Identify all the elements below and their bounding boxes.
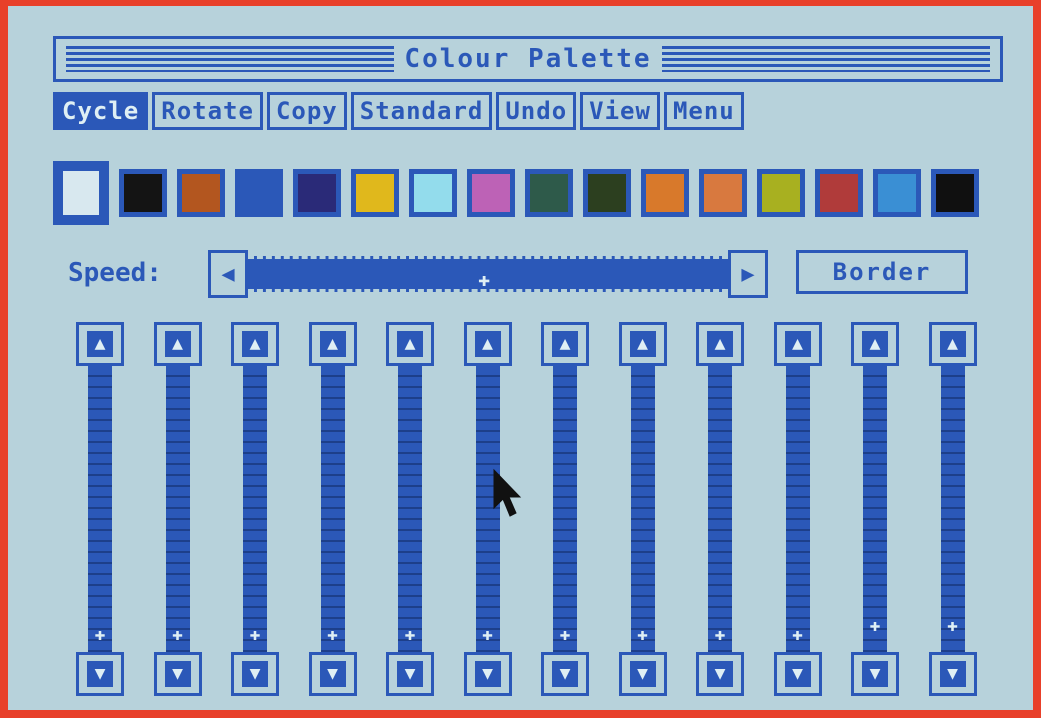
menu-copy-button[interactable]: Copy — [266, 92, 347, 130]
speed-slider[interactable]: ◀ ✚ ▶ — [208, 250, 768, 298]
arrow-down-icon[interactable]: ▼ — [231, 652, 279, 696]
colour-level-slider[interactable]: ▲ ✚ ▼ — [386, 322, 434, 696]
menu-undo-button[interactable]: Undo — [496, 92, 577, 130]
arrow-down-icon[interactable]: ▼ — [928, 652, 977, 696]
menu-rotate-button[interactable]: Rotate — [152, 92, 263, 130]
colour-swatch[interactable] — [699, 169, 747, 217]
slider-track[interactable] — [553, 366, 577, 652]
slider-track[interactable] — [785, 366, 810, 652]
menu-view-button[interactable]: View — [580, 92, 660, 130]
arrow-up-icon[interactable]: ▲ — [386, 322, 434, 366]
slider-thumb[interactable]: ✚ — [476, 624, 500, 645]
colour-swatch[interactable] — [931, 169, 979, 217]
menu-cycle-button[interactable]: Cycle — [53, 92, 149, 130]
slider-thumb[interactable]: ✚ — [321, 624, 345, 645]
colour-swatch[interactable] — [235, 169, 283, 217]
colour-level-slider[interactable]: ▲ ✚ ▼ — [773, 322, 822, 696]
slider-thumb[interactable]: ✚ — [786, 624, 810, 645]
arrow-down-icon[interactable]: ▼ — [541, 652, 589, 696]
colour-swatch[interactable] — [815, 169, 863, 217]
colour-swatch[interactable] — [293, 169, 341, 217]
arrow-up-icon[interactable]: ▲ — [773, 322, 822, 366]
slider-track[interactable] — [88, 366, 112, 652]
colour-swatch[interactable] — [873, 169, 921, 217]
arrow-up-icon[interactable]: ▲ — [541, 322, 589, 366]
colour-level-slider[interactable]: ▲ ✚ ▼ — [618, 322, 667, 696]
menu-standard-button[interactable]: Standard — [350, 92, 493, 130]
colour-swatch[interactable] — [583, 169, 631, 217]
arrow-up-icon[interactable]: ▲ — [231, 322, 279, 366]
colour-swatch[interactable] — [351, 169, 399, 217]
slider-thumb[interactable]: ✚ — [166, 624, 190, 645]
title-stripes-left — [66, 46, 395, 72]
speed-thumb[interactable]: ✚ — [478, 267, 490, 291]
arrow-right-icon[interactable]: ▶ — [728, 250, 768, 298]
arrow-down-icon[interactable]: ▼ — [386, 652, 434, 696]
slider-track[interactable] — [165, 366, 190, 652]
slider-thumb[interactable]: ✚ — [243, 624, 267, 645]
arrow-down-icon[interactable]: ▼ — [851, 652, 899, 696]
arrow-up-icon[interactable]: ▲ — [618, 322, 667, 366]
slider-thumb[interactable]: ✚ — [941, 615, 965, 636]
menu-menu-button[interactable]: Menu — [663, 92, 744, 130]
slider-thumb[interactable]: ✚ — [88, 624, 112, 645]
colour-level-slider[interactable]: ▲ ✚ ▼ — [153, 322, 202, 696]
slider-thumb[interactable]: ✚ — [398, 624, 422, 645]
colour-level-slider[interactable]: ▲ ✚ ▼ — [541, 322, 589, 696]
slider-track[interactable] — [630, 366, 655, 652]
arrow-down-icon[interactable]: ▼ — [463, 652, 512, 696]
arrow-up-icon[interactable]: ▲ — [928, 322, 977, 366]
colour-level-slider[interactable]: ▲ ✚ ▼ — [696, 322, 744, 696]
slider-track[interactable] — [863, 366, 887, 652]
arrow-down-icon[interactable]: ▼ — [308, 652, 357, 696]
arrow-up-icon[interactable]: ▲ — [696, 322, 744, 366]
colour-swatch[interactable] — [409, 169, 457, 217]
arrow-down-icon[interactable]: ▼ — [773, 652, 822, 696]
colour-swatch[interactable] — [757, 169, 805, 217]
arrow-down-icon[interactable]: ▼ — [618, 652, 667, 696]
arrow-up-icon[interactable]: ▲ — [851, 322, 899, 366]
colour-swatches — [53, 161, 979, 225]
arrow-up-icon[interactable]: ▲ — [153, 322, 202, 366]
colour-level-slider[interactable]: ▲ ✚ ▼ — [308, 322, 357, 696]
colour-swatch[interactable] — [641, 169, 689, 217]
screen: Colour Palette Cycle Rotate Copy Standar… — [8, 6, 1033, 710]
slider-thumb[interactable]: ✚ — [863, 615, 887, 636]
slider-thumb[interactable]: ✚ — [553, 624, 577, 645]
arrow-up-icon[interactable]: ▲ — [76, 322, 124, 366]
arrow-left-icon[interactable]: ◀ — [208, 250, 248, 298]
colour-swatch[interactable] — [525, 169, 573, 217]
speed-track[interactable]: ✚ — [248, 256, 728, 292]
border-button[interactable]: Border — [796, 250, 968, 294]
window-title: Colour Palette — [404, 44, 652, 74]
colour-level-slider[interactable]: ▲ ✚ ▼ — [231, 322, 279, 696]
slider-track[interactable] — [940, 366, 965, 652]
arrow-down-icon[interactable]: ▼ — [76, 652, 124, 696]
slider-thumb[interactable]: ✚ — [708, 624, 732, 645]
arrow-down-icon[interactable]: ▼ — [153, 652, 202, 696]
mouse-pointer-icon — [493, 468, 522, 517]
arrow-down-icon[interactable]: ▼ — [696, 652, 744, 696]
colour-swatch[interactable] — [467, 169, 515, 217]
title-stripes-right — [661, 46, 990, 72]
speed-label: Speed: — [68, 258, 162, 288]
slider-thumb[interactable]: ✚ — [631, 624, 655, 645]
menu-bar: Cycle Rotate Copy Standard Undo View Men… — [53, 92, 744, 130]
slider-track[interactable] — [243, 366, 267, 652]
title-bar: Colour Palette — [53, 36, 1003, 82]
colour-swatch[interactable] — [53, 161, 109, 225]
arrow-up-icon[interactable]: ▲ — [463, 322, 512, 366]
colour-swatch[interactable] — [177, 169, 225, 217]
colour-level-slider[interactable]: ▲ ✚ ▼ — [76, 322, 124, 696]
slider-track[interactable] — [398, 366, 422, 652]
colour-level-slider[interactable]: ▲ ✚ ▼ — [928, 322, 977, 696]
slider-track[interactable] — [320, 366, 345, 652]
slider-track[interactable] — [708, 366, 732, 652]
colour-swatch[interactable] — [119, 169, 167, 217]
colour-level-slider[interactable]: ▲ ✚ ▼ — [851, 322, 899, 696]
arrow-up-icon[interactable]: ▲ — [308, 322, 357, 366]
